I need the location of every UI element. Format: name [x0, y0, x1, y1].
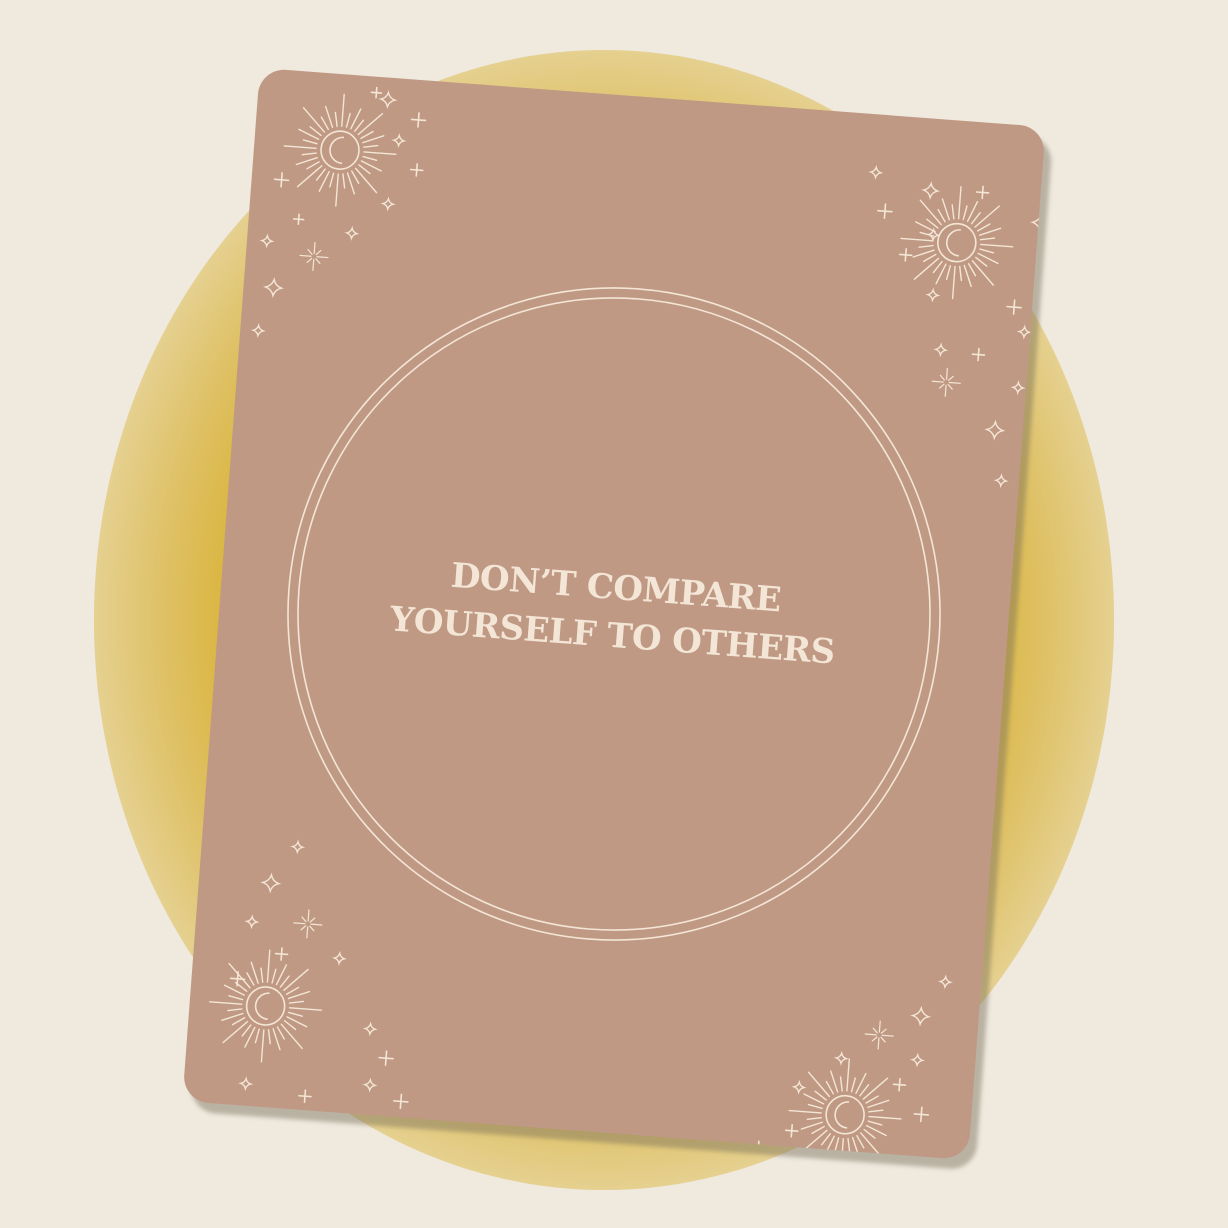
sparkle-icon — [344, 225, 360, 241]
sparkle-icon — [260, 872, 282, 894]
sparkle-icon — [925, 227, 941, 243]
sparkle-icon — [937, 974, 953, 990]
sparkle-icon — [993, 473, 1009, 489]
sparkle-icon — [362, 1077, 378, 1093]
plus-star-icon — [393, 1093, 409, 1110]
plus-star-icon — [898, 248, 913, 262]
sparkle-icon — [262, 277, 285, 299]
plus-star-icon — [273, 172, 290, 188]
sun-moon-icon — [283, 93, 397, 207]
sparkle-icon — [921, 181, 941, 201]
sparkle-icon — [925, 287, 941, 303]
plus-star-icon — [274, 947, 289, 961]
plus-star-icon — [892, 1077, 907, 1092]
sparkle-icon — [290, 839, 306, 855]
starburst-icon — [931, 367, 961, 397]
sun-moon-icon — [209, 949, 323, 1063]
sparkle-icon — [833, 1050, 849, 1066]
sparkle-icon — [391, 132, 407, 149]
sparkle-icon — [909, 1052, 925, 1068]
sun-moon-icon — [788, 1058, 902, 1161]
plus-star-icon — [975, 185, 990, 200]
sparkle-icon — [1010, 380, 1026, 396]
sparkle-icon — [933, 342, 949, 358]
plus-star-icon — [229, 971, 246, 987]
plus-star-icon — [378, 1050, 394, 1066]
plus-star-icon — [409, 163, 424, 177]
sparkle-icon — [259, 233, 275, 249]
plus-star-icon — [1006, 299, 1022, 315]
sparkle-icon — [791, 1079, 807, 1095]
plus-star-icon — [971, 347, 986, 362]
sparkle-icon — [984, 419, 1006, 441]
affirmation-card: DON’T COMPARE YOURSELF TO OTHERS — [182, 67, 1046, 1161]
plus-star-icon — [410, 112, 427, 128]
sparkle-icon — [378, 90, 398, 110]
plus-star-icon — [370, 86, 383, 99]
starburst-icon — [864, 1020, 894, 1050]
plus-star-icon — [877, 203, 893, 219]
sparkle-icon — [380, 196, 396, 212]
sparkle-icon — [1016, 324, 1032, 340]
sparkle-icon — [331, 950, 347, 966]
sparkle-icon — [244, 914, 260, 930]
plus-star-icon — [298, 1089, 312, 1103]
affirmation-card-wrapper: DON’T COMPARE YOURSELF TO OTHERS — [182, 67, 1053, 1171]
plus-star-icon — [913, 1106, 930, 1123]
sparkle-icon — [773, 1156, 789, 1161]
sparkle-icon — [238, 1076, 254, 1092]
plus-star-icon — [292, 213, 305, 226]
starburst-icon — [293, 909, 323, 939]
sun-moon-icon — [900, 186, 1014, 300]
plus-star-icon — [784, 1123, 799, 1138]
sparkle-icon — [250, 322, 266, 339]
starburst-icon — [299, 241, 329, 272]
sparkle-icon — [910, 1005, 932, 1027]
sparkle-icon — [362, 1021, 378, 1037]
sparkle-icon — [868, 164, 884, 180]
